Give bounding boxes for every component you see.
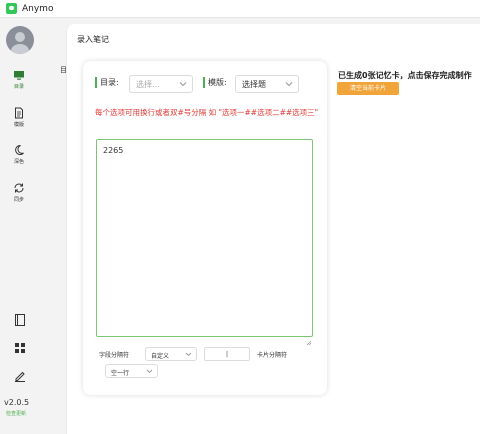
directory-label: 目录: — [95, 77, 119, 88]
field-separator-input-value: | — [225, 351, 229, 358]
template-value: 选择题 — [242, 80, 266, 89]
note-entry-card: 目录: 选择... 模版: 选择题 每个选项可用换行或者双#号分隔 如 "选项一… — [83, 61, 327, 395]
directory-select[interactable]: 选择... — [129, 75, 193, 93]
check-update-link[interactable]: 检查更新 — [6, 410, 26, 417]
document-icon — [0, 107, 38, 119]
field-separator-input[interactable]: | — [204, 347, 250, 361]
sidebar-item-label: 深色 — [13, 159, 24, 165]
card-separator-select[interactable]: 空一行 — [105, 364, 158, 378]
field-separator-value: 自定义 — [151, 353, 170, 360]
card-separator-label: 卡片分隔符 — [257, 352, 288, 359]
title-bar: Anymo — [0, 0, 480, 18]
template-label: 模版: — [203, 77, 227, 88]
app-logo-icon — [6, 3, 17, 14]
sidebar-item-sync[interactable]: 同步 — [0, 182, 38, 218]
sidebar: 目录 模版 深色 同步 v2.0.5 检查更新 — [0, 18, 38, 433]
field-separator-label: 字段分隔符 — [99, 352, 130, 359]
sidebar-item-directory[interactable]: 目录 — [0, 70, 38, 106]
avatar[interactable] — [6, 26, 34, 54]
field-separator-select[interactable]: 自定义 — [145, 347, 197, 361]
sidebar-item-label: 目录 — [13, 84, 24, 90]
sidebar-item-label: 同步 — [13, 197, 24, 203]
sidebar-item-dark-mode[interactable]: 深色 — [0, 144, 38, 180]
resize-grip-icon[interactable] — [306, 330, 312, 346]
clear-card-button[interactable]: 清空当前卡片 — [337, 82, 399, 95]
sync-icon — [0, 182, 38, 194]
directory-placeholder: 选择... — [136, 80, 160, 89]
card-content-textarea[interactable]: 2265 — [96, 139, 313, 346]
modal-title: 录入笔记 — [77, 35, 109, 44]
version-label: v2.0.5 — [4, 398, 30, 407]
separator-hint: 每个选项可用换行或者双#号分隔 如 "选项一##选项二##选项三" — [95, 108, 319, 117]
entry-modal: 录入笔记 目录: 选择... 模版: 选择题 每个选项可用换行或者双#号分隔 如… — [66, 24, 480, 434]
book-icon[interactable] — [13, 312, 27, 326]
status-text: 已生成0张记忆卡，点击保存完成制作 — [338, 71, 472, 80]
moon-icon — [0, 144, 38, 156]
sidebar-item-template[interactable]: 模版 — [0, 107, 38, 143]
card-content-text: 2265 — [103, 146, 124, 155]
app-title: Anymo — [22, 3, 54, 14]
card-separator-value: 空一行 — [111, 370, 130, 377]
grid-icon[interactable] — [13, 340, 27, 354]
sidebar-item-label: 模版 — [13, 122, 24, 128]
monitor-icon — [0, 70, 38, 81]
pen-icon[interactable] — [13, 368, 27, 382]
template-select[interactable]: 选择题 — [235, 75, 299, 93]
